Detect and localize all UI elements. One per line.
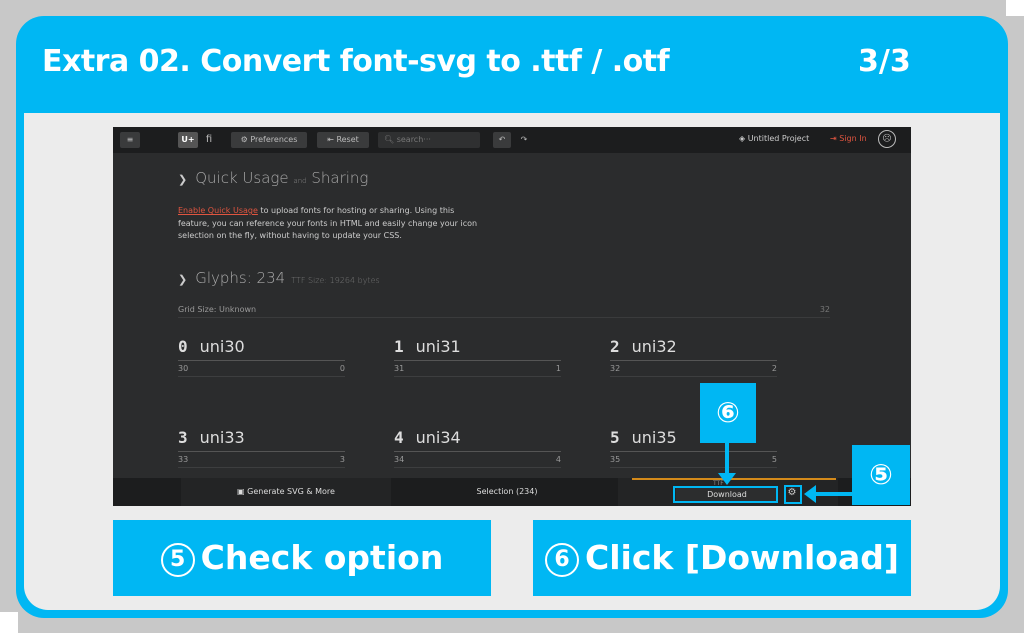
step-5-number: 5 xyxy=(160,542,195,577)
enable-quick-usage-link[interactable]: Enable Quick Usage xyxy=(178,206,258,215)
glyph-char: 2 xyxy=(610,337,620,356)
glyph-code[interactable]: 35 xyxy=(610,455,620,464)
hamburger-icon[interactable]: ≡ xyxy=(120,132,140,148)
glyph-code[interactable]: 32 xyxy=(610,364,620,373)
step-5-caption: 5 Check option xyxy=(113,520,491,596)
glyph-name[interactable]: uni33 xyxy=(200,428,245,447)
glyph-name[interactable]: uni34 xyxy=(416,428,461,447)
slide-title: Extra 02. Convert font-svg to .ttf / .ot… xyxy=(42,44,670,79)
step-6-number: 6 xyxy=(545,542,580,577)
glyph-char: 5 xyxy=(610,428,620,447)
glyph-divider xyxy=(394,451,561,453)
grid-size-label: Grid Size: Unknown xyxy=(178,305,257,314)
step-6-text: Click [Download] xyxy=(585,538,899,577)
page-number: 3/3 xyxy=(858,44,911,79)
glyph-divider xyxy=(394,360,561,362)
glyph-name[interactable]: uni30 xyxy=(200,337,245,356)
arrow-to-download xyxy=(725,443,729,477)
glyph-code[interactable]: 34 xyxy=(394,455,404,464)
unicode-toggle-button[interactable]: U+ xyxy=(178,132,198,148)
glyph-name[interactable]: uni31 xyxy=(416,337,461,356)
glyph-char: 1 xyxy=(394,337,404,356)
generate-svg-button[interactable]: ▣ Generate SVG & More xyxy=(181,478,391,506)
glyph-divider xyxy=(610,451,777,453)
sign-in-link[interactable]: ⇥ Sign In xyxy=(830,134,867,143)
generate-svg-label: Generate SVG & More xyxy=(247,487,335,496)
glyph-char: 0 xyxy=(178,337,188,356)
step-6-caption: 6 Click [Download] xyxy=(533,520,911,596)
glyph-value: 1 xyxy=(555,364,561,373)
glyph-char: 4 xyxy=(394,428,404,447)
glyph-divider xyxy=(178,451,345,453)
corner-fill xyxy=(0,612,18,633)
ttf-size: TTF Size: 19264 bytes xyxy=(291,276,380,285)
glyph-code[interactable]: 30 xyxy=(178,364,188,373)
step-5-text: Check option xyxy=(200,538,444,577)
redo-button[interactable]: ↷ xyxy=(515,132,533,148)
glyph-card[interactable]: 2 uni32 32 2 xyxy=(610,337,777,377)
arrow-to-gear xyxy=(815,492,852,496)
grid-size-value: 32 xyxy=(819,305,830,314)
arrow-left-icon xyxy=(804,485,816,503)
preferences-button[interactable]: ⚙ Preferences xyxy=(231,132,307,148)
chevron-down-icon: ❯ xyxy=(178,273,188,286)
arrow-down-icon xyxy=(718,473,736,485)
glyph-card[interactable]: 3 uni33 33 3 xyxy=(178,428,345,468)
glyph-name[interactable]: uni35 xyxy=(632,428,677,447)
glyph-code[interactable]: 31 xyxy=(394,364,404,373)
quick-usage-title-a: Quick Usage xyxy=(195,169,289,187)
glyph-value: 5 xyxy=(771,455,777,464)
glyph-card[interactable]: 4 uni34 34 4 xyxy=(394,428,561,468)
search-input[interactable]: 🔍︎ search··· xyxy=(378,132,480,148)
glyph-divider xyxy=(178,360,345,362)
selection-button[interactable]: Selection (234) xyxy=(397,478,617,506)
gear-highlight-box xyxy=(784,485,802,504)
project-label: Untitled Project xyxy=(747,134,810,143)
glyph-code[interactable]: 33 xyxy=(178,455,188,464)
sign-in-icon: ⇥ xyxy=(830,134,840,143)
glyph-value: 3 xyxy=(339,455,345,464)
quick-usage-title-b: Sharing xyxy=(311,169,369,187)
download-highlight-box xyxy=(673,486,778,503)
quick-usage-heading[interactable]: ❯ Quick Usage and Sharing xyxy=(178,169,368,187)
search-icon: 🔍︎ xyxy=(384,135,397,144)
preferences-label: Preferences xyxy=(250,135,298,144)
glyphs-heading[interactable]: ❯ Glyphs: 234 TTF Size: 19264 bytes xyxy=(178,269,380,287)
ligature-toggle-button[interactable]: fi xyxy=(199,132,219,148)
project-name[interactable]: ◈ Untitled Project xyxy=(739,134,809,143)
quick-usage-description: Enable Quick Usage to upload fonts for h… xyxy=(178,205,478,243)
quick-usage-title-and: and xyxy=(293,177,307,185)
glyph-name[interactable]: uni32 xyxy=(632,337,677,356)
app-toolbar: ≡ U+ fi ⚙ Preferences ⇤ Reset 🔍︎ search·… xyxy=(113,127,911,153)
search-placeholder: search··· xyxy=(396,135,431,144)
glyph-card[interactable]: 0 uni30 30 0 xyxy=(178,337,345,377)
grid-size-row: Grid Size: Unknown 32 xyxy=(178,305,830,318)
glyph-char: 3 xyxy=(178,428,188,447)
undo-button[interactable]: ↶ xyxy=(493,132,511,148)
sign-in-label: Sign In xyxy=(839,134,867,143)
image-icon: ▣ xyxy=(237,487,248,496)
corner-fill xyxy=(1006,0,1024,16)
reset-label: Reset xyxy=(336,135,359,144)
glyph-value: 4 xyxy=(555,455,561,464)
avatar-icon[interactable]: ☹ xyxy=(878,130,896,148)
glyph-value: 2 xyxy=(771,364,777,373)
stack-icon: ◈ xyxy=(739,134,748,143)
chevron-down-icon: ❯ xyxy=(178,173,188,186)
reset-button[interactable]: ⇤ Reset xyxy=(317,132,369,148)
icomoon-app-screenshot: ≡ U+ fi ⚙ Preferences ⇤ Reset 🔍︎ search·… xyxy=(113,127,911,506)
glyph-value: 0 xyxy=(339,364,345,373)
glyphs-title: Glyphs: 234 xyxy=(195,269,286,287)
gear-icon: ⚙ xyxy=(240,135,251,144)
glyph-card[interactable]: 1 uni31 31 1 xyxy=(394,337,561,377)
step-6-badge: ⑥ xyxy=(700,383,756,443)
glyph-divider xyxy=(610,360,777,362)
step-5-badge: ⑤ xyxy=(852,445,910,505)
